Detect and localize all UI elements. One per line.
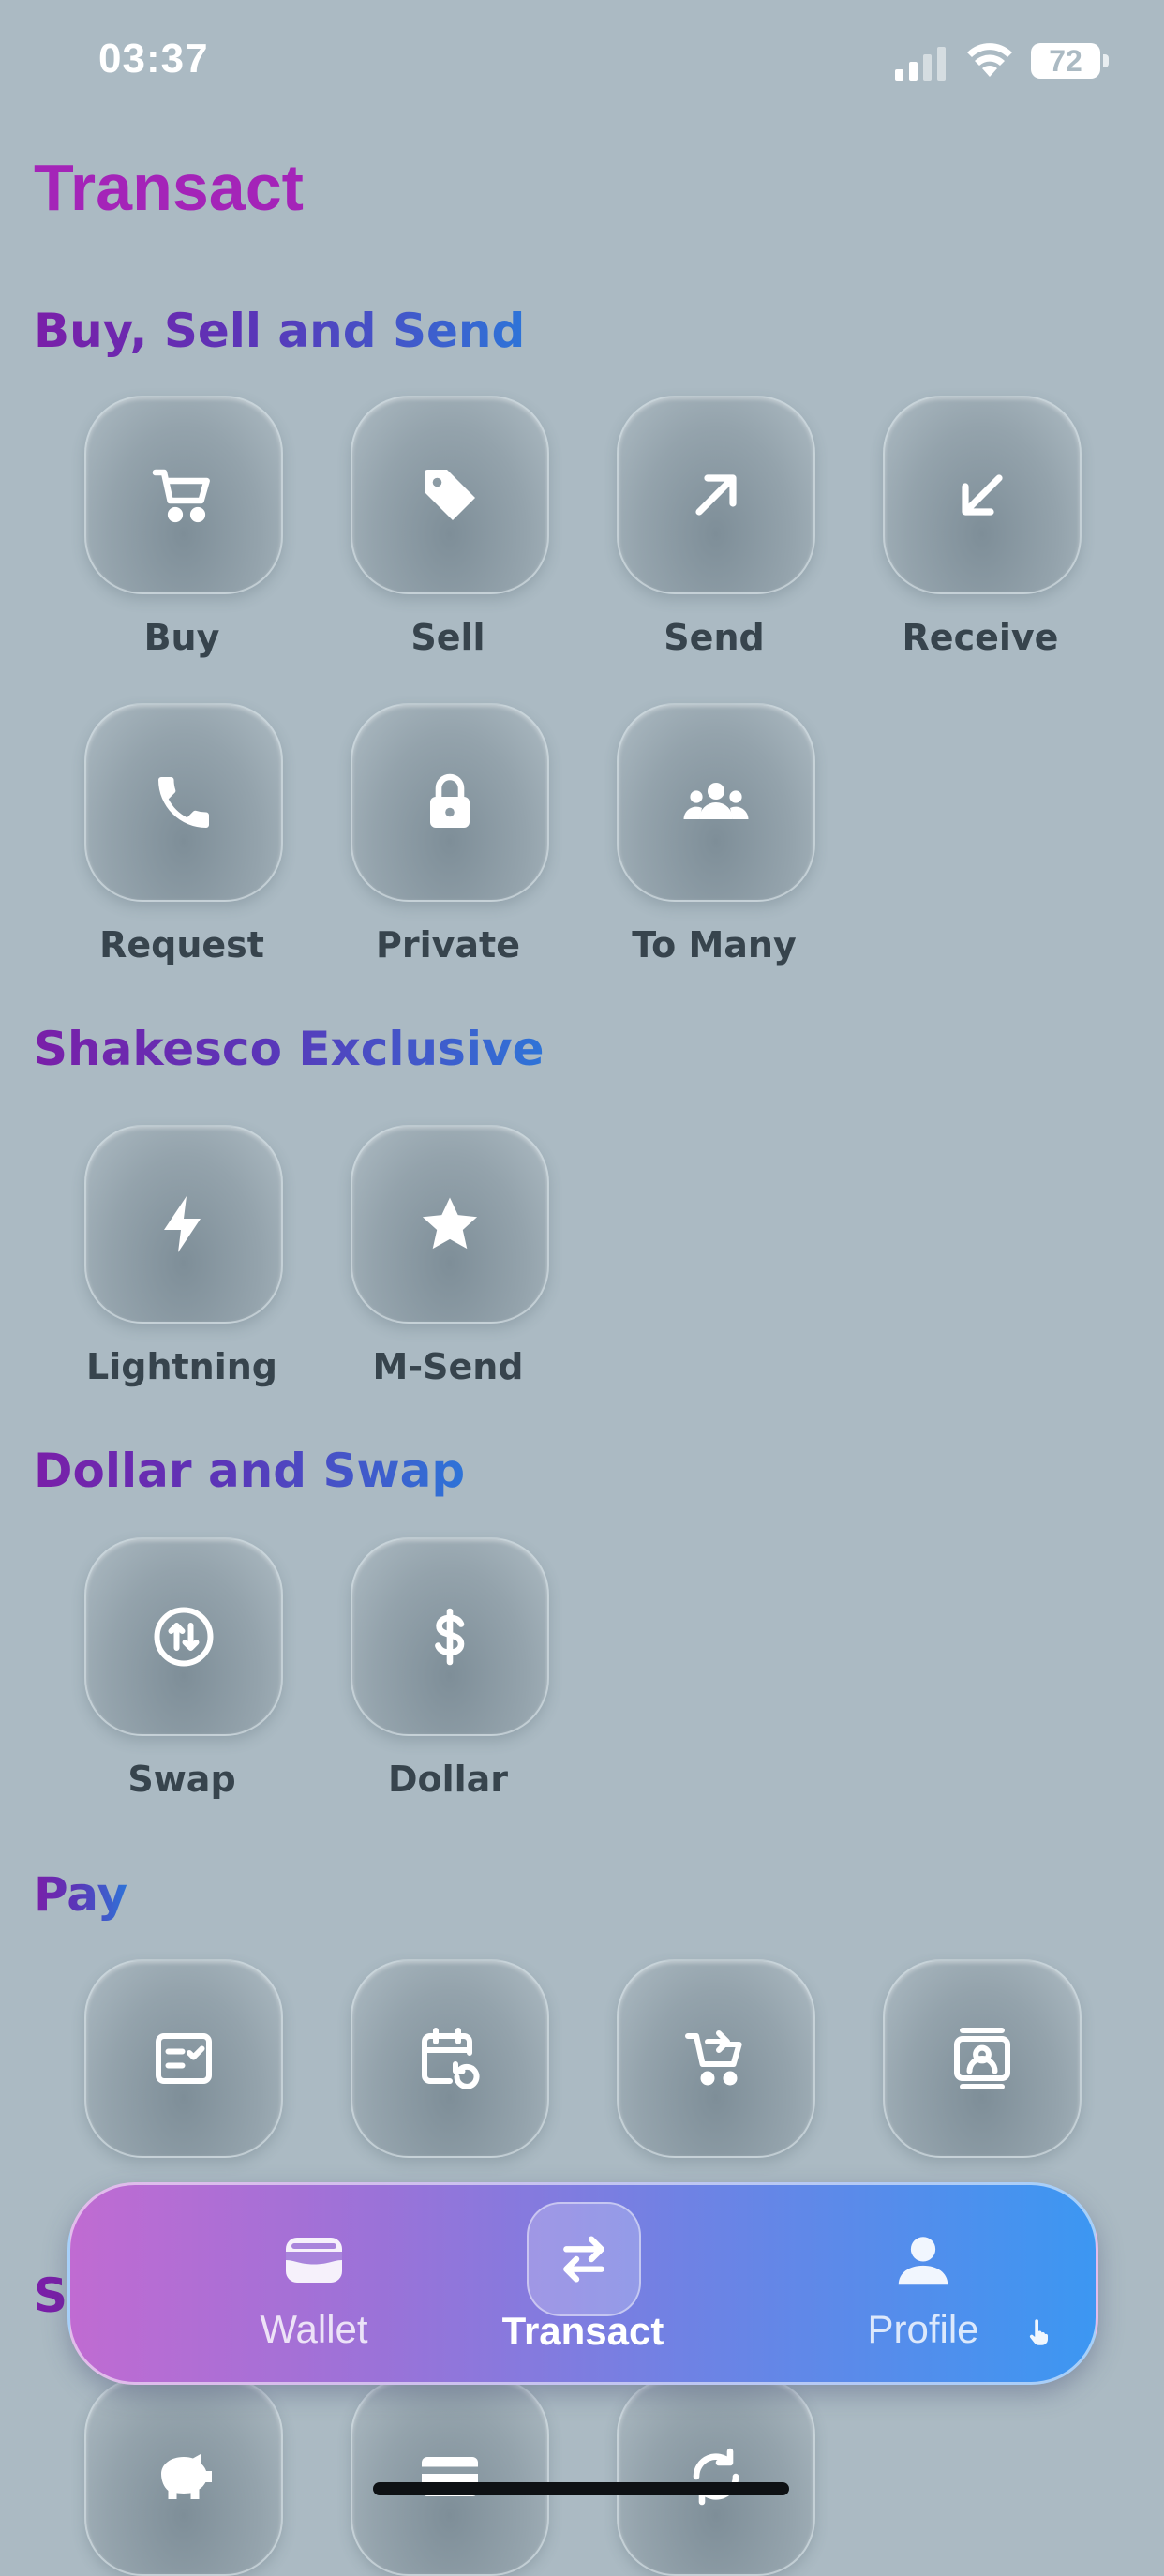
to-many-label: To Many: [632, 924, 797, 966]
request-label: Request: [99, 924, 264, 966]
page-title: Transact: [34, 151, 304, 224]
cart-arrow-icon: [685, 2030, 742, 2086]
card-button[interactable]: [351, 2377, 549, 2576]
send-label: Send: [664, 617, 765, 658]
status-bar: 03:37 72: [0, 0, 1164, 126]
dollar-button[interactable]: [351, 1537, 549, 1736]
nav-profile-label: Profile: [867, 2307, 979, 2351]
dollar-label: Dollar: [387, 1759, 509, 1800]
home-indicator: [373, 2482, 789, 2495]
lightning-label: Lightning: [86, 1346, 277, 1387]
cart-icon: [152, 469, 210, 523]
savings-button[interactable]: [84, 2377, 283, 2576]
section-title-dollar-swap: Dollar and Swap: [34, 1444, 466, 1498]
calendar-refresh-icon: [422, 2028, 480, 2089]
receive-button[interactable]: [883, 396, 1082, 594]
wallet-icon: [276, 2223, 351, 2298]
lightning-icon: [164, 1196, 201, 1252]
nav-transact-label: Transact: [501, 2309, 664, 2353]
request-button[interactable]: [84, 703, 283, 902]
phone-icon: [158, 777, 209, 828]
status-time: 03:37: [98, 36, 209, 82]
dollar-icon: [435, 1608, 465, 1666]
credit-card-icon: [422, 2457, 478, 2496]
nav-transact[interactable]: Transact: [442, 2185, 724, 2382]
send-button[interactable]: [617, 396, 815, 594]
receive-label: Receive: [902, 617, 1059, 658]
swap-button[interactable]: [84, 1537, 283, 1736]
buy-button[interactable]: [84, 396, 283, 594]
buy-label: Buy: [143, 617, 220, 658]
arrow-down-left-icon: [962, 474, 1003, 516]
section-title-pay: Pay: [34, 1867, 128, 1922]
section-title-buy-sell-send: Buy, Sell and Send: [34, 304, 526, 358]
tag-icon: [425, 470, 475, 520]
pay-scheduled-button[interactable]: [351, 1959, 549, 2158]
nav-profile[interactable]: Profile: [783, 2185, 1064, 2382]
cellular-signal-icon: [895, 47, 946, 81]
sell-label: Sell: [410, 617, 485, 658]
nav-wallet-label: Wallet: [260, 2307, 368, 2351]
battery-indicator: 72: [1031, 43, 1109, 79]
person-icon: [886, 2223, 961, 2298]
recurring-button[interactable]: [617, 2377, 815, 2576]
m-send-label: M-Send: [372, 1346, 524, 1387]
lock-icon: [430, 773, 470, 828]
piggy-bank-icon: [161, 2454, 212, 2499]
private-label: Private: [376, 924, 520, 966]
bottom-nav: Wallet Transact Profile: [67, 2182, 1098, 2385]
to-many-button[interactable]: [617, 703, 815, 902]
arrow-up-right-icon: [695, 474, 737, 516]
private-button[interactable]: [351, 703, 549, 902]
nav-wallet[interactable]: Wallet: [173, 2185, 455, 2382]
wifi-icon: [967, 43, 1012, 77]
hand-pointer-icon: [1029, 2319, 1048, 2345]
contact-card-icon: [954, 2028, 1010, 2089]
swap-circle-icon: [154, 1607, 214, 1667]
pay-merchant-button[interactable]: [617, 1959, 815, 2158]
section-title-savings-partial: S: [34, 2269, 68, 2323]
swap-label: Swap: [127, 1759, 236, 1800]
section-title-shakesco-exclusive: Shakesco Exclusive: [34, 1022, 545, 1076]
pay-contact-button[interactable]: [883, 1959, 1082, 2158]
pay-bills-button[interactable]: [84, 1959, 283, 2158]
group-icon: [683, 783, 749, 819]
transfer-icon: [527, 2202, 641, 2316]
m-send-button[interactable]: [351, 1125, 549, 1324]
sell-button[interactable]: [351, 396, 549, 594]
checklist-icon: [156, 2033, 212, 2084]
star-icon: [422, 1197, 478, 1250]
refresh-icon: [693, 2448, 739, 2506]
lightning-button[interactable]: [84, 1125, 283, 1324]
